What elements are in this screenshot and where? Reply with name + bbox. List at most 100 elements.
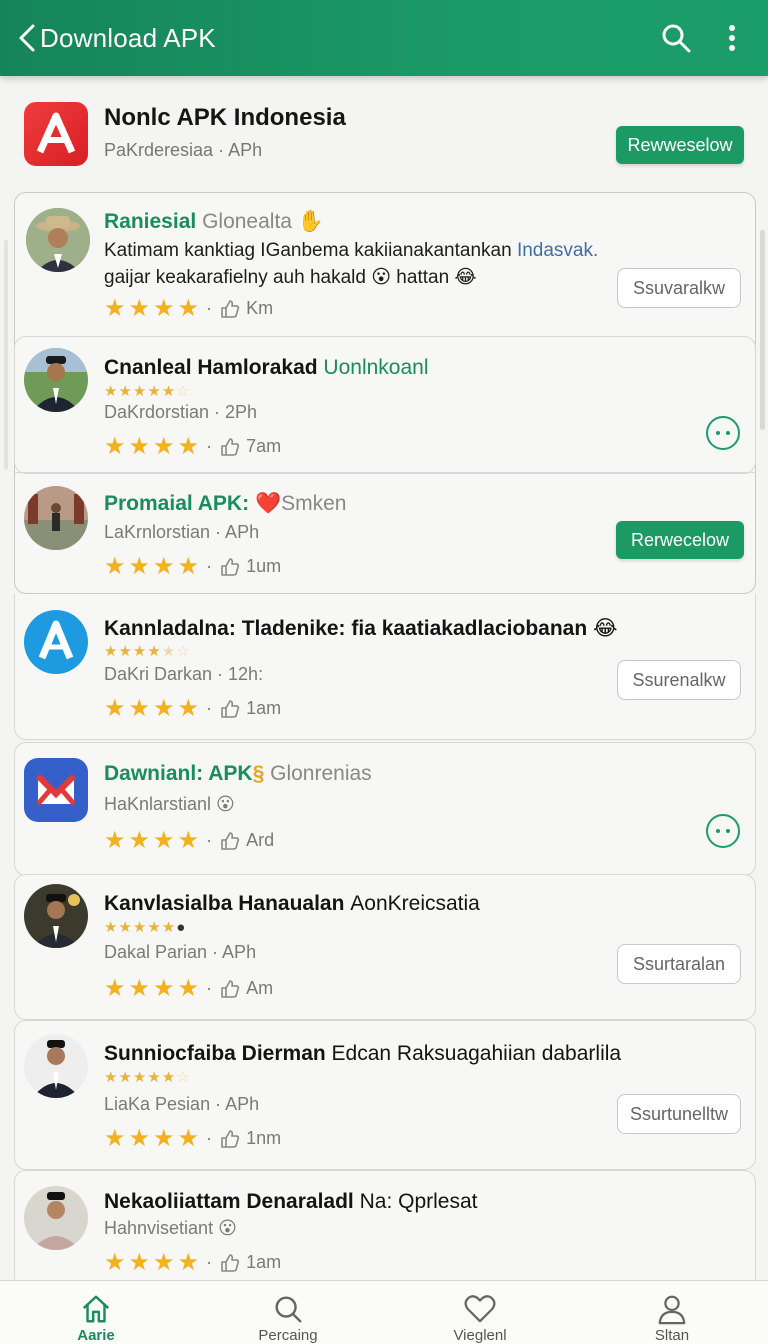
thumb-up-icon[interactable] [220,1253,240,1273]
review-text-line-2: gaijar keakarafielny auh hakald 😮 hattan… [104,267,477,288]
search-icon [662,24,691,53]
mail-logo-icon [24,758,88,822]
more-vert-icon [729,25,735,51]
star-rating: ★★★★ [104,1249,203,1276]
rating-row: ★★★★ · 1nm [104,1125,282,1152]
subscribe-button[interactable]: Ssurenalkw [617,660,741,700]
like-count: 1um [246,556,282,576]
rating-row: ★★★★ · 1am [104,1249,282,1276]
like-count: 1am [246,698,282,718]
review-meta: Dakal Parian · APh [104,942,257,962]
review-title: Kannladalna: Tladenike: fia kaatiakadlac… [104,617,618,640]
subscribe-button[interactable]: Ssurtunelltw [617,1094,741,1134]
app-screen: Download APK Nonlc APK Indonesia PaKrder… [0,0,768,1344]
more-options-button[interactable] [710,16,754,60]
chevron-left-icon [19,24,35,52]
more-options-icon[interactable] [706,814,740,848]
avatar [26,208,90,272]
back-button[interactable] [14,18,40,58]
app-name: Nonlc APK Indonesia [104,104,346,131]
rating-row: ★★★★ · 1am [104,695,282,722]
nav-profile[interactable]: Sltan [576,1281,768,1344]
review-meta: LiaKa Pesian · APh [104,1094,260,1114]
app-subtitle: PaKrderesiaa · APh [104,140,263,160]
reviewer-name: Sunniocfaiba Dierman [104,1042,332,1065]
reviewer-name: Kanvlasialba Hanaualan [104,892,351,915]
avatar [24,486,88,550]
reviewer-name: Nekaoliiattam Denaraladl [104,1190,360,1213]
like-count: 1am [246,1252,282,1272]
nav-favorites[interactable]: Vieglenl [384,1281,576,1344]
home-icon [82,1295,110,1323]
reviewer-name: Cnanleal Hamlorakad [104,356,324,379]
page-title: Download APK [40,22,216,53]
follow-button[interactable]: Rewweselow [616,126,744,164]
star-rating: ★★★★ [104,1125,203,1152]
nav-label: Vieglenl [453,1327,507,1344]
avatar [24,1186,88,1250]
scrollbar[interactable] [760,230,765,430]
nav-label: Percaing [258,1327,318,1344]
like-count: Am [246,978,274,998]
reviewer-name: Promaial APK: [104,492,250,515]
rating-row: ★★★★ · 1um [104,553,282,580]
letter-a-logo-icon [24,610,88,674]
star-rating: ★★★★ [104,295,203,322]
thumb-up-icon[interactable] [220,699,240,719]
small-star-rating: ★★★★★☆ [104,1069,191,1086]
star-rating: ★★★★ [104,975,203,1002]
nav-label: Aarie [77,1327,115,1344]
thumb-up-icon[interactable] [220,437,240,457]
star-rating: ★★★★ [104,433,203,460]
person-icon [658,1295,686,1325]
rating-row: ★★★★ · Ard [104,827,275,854]
review-meta: LaKrnlorstian · APh [104,522,260,542]
small-star-rating: ★★★★★☆ [104,643,191,660]
rating-row: ★★★★ · 7am [104,433,282,460]
reviewer-tag: Edcan Raksuagahiian dabarlila [331,1042,622,1065]
star-rating: ★★★★ [104,695,203,722]
reviewer-name: Raniesial [104,210,197,233]
avatar [24,1034,88,1098]
reviewer-tag: Glonrenias [270,762,372,785]
thumb-up-icon[interactable] [220,979,240,999]
app-logo [24,102,88,166]
rating-row: ★★★★ · Am [104,975,274,1002]
featured-app-row[interactable]: Nonlc APK Indonesia PaKrderesiaa · APh R… [0,96,768,188]
small-star-rating: ★★★★★☆ [104,383,191,400]
reviewer-tag: Na: Qprlesat [359,1190,478,1213]
rating-row: ★★★★ · Km [104,295,274,322]
like-count: 7am [246,436,282,456]
thumb-up-icon[interactable] [220,831,240,851]
like-count: 1nm [246,1128,282,1148]
thumb-up-icon[interactable] [220,299,240,319]
app-logo [24,610,88,674]
heart-icon [464,1295,496,1323]
review-meta: HaKnlarstianl 😮 [104,794,235,814]
top-app-bar: Download APK [0,0,768,76]
star-rating: ★★★★ [104,553,203,580]
avatar [24,884,88,948]
thumb-up-icon[interactable] [220,1129,240,1149]
thumb-up-icon[interactable] [220,557,240,577]
subscribe-button[interactable]: Ssurtaralan [617,944,741,984]
nav-home[interactable]: Aarie [0,1281,192,1344]
letter-a-logo-icon [36,112,76,154]
review-meta: Hahnvisetiant 😮 [104,1218,237,1238]
star-rating: ★★★★ [104,827,203,854]
more-options-icon[interactable] [706,416,740,450]
follow-button[interactable]: Rerwecelow [616,521,744,559]
nav-label: Sltan [654,1327,690,1344]
subscribe-button[interactable]: Ssuvaralkw [617,268,741,308]
like-count: Km [246,298,274,318]
small-star-rating: ★★★★★● [104,919,187,936]
like-count: Ard [246,830,275,850]
avatar [24,348,88,412]
review-meta: DaKrdorstian · 2Ph [104,402,258,422]
app-logo [24,758,88,822]
reviewer-name: Dawnianl: APK [104,762,253,785]
search-button[interactable] [654,16,698,60]
reviewer-tag: Uonlnkoanl [323,356,429,379]
review-text-line-1: Katimam kanktiag IGanbema kakiianakantan… [104,240,599,261]
nav-search[interactable]: Percaing [192,1281,384,1344]
